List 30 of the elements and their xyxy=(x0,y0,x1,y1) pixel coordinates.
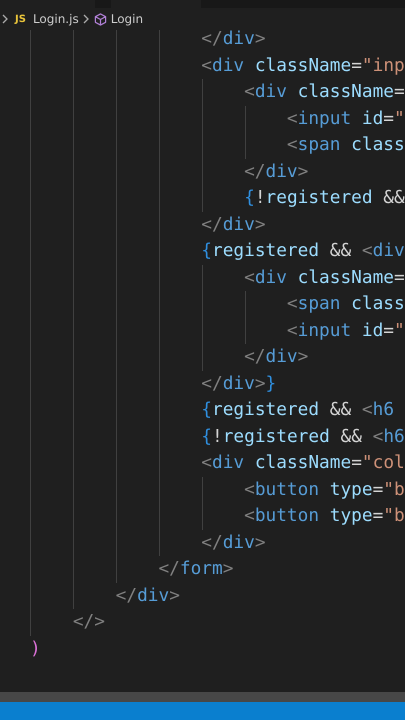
code-line: {registered && <div xyxy=(200,240,405,261)
js-file-icon: JS xyxy=(15,14,26,24)
code-line: ) xyxy=(30,638,41,658)
code-line: <span class xyxy=(286,134,405,155)
code-line: </div> xyxy=(243,346,308,367)
breadcrumb-symbol[interactable]: Login xyxy=(110,12,144,26)
code-line: <div className="inp xyxy=(200,54,405,76)
cube-icon xyxy=(94,12,107,26)
code-line: {!registered && xyxy=(243,187,405,208)
breadcrumb-file[interactable]: Login.js xyxy=(32,12,79,26)
code-line: <button type="b xyxy=(243,478,405,500)
code-line: <input id=" xyxy=(286,320,405,340)
code-line: <div className="col xyxy=(200,452,405,473)
code-line: </div> xyxy=(243,160,308,182)
code-line: {registered && <h6 xyxy=(200,399,394,420)
code-line: <span class xyxy=(286,293,405,314)
code-line: <input id=" xyxy=(286,108,405,128)
code-line: {!registered && <h6 xyxy=(200,426,405,446)
code-line: </form> xyxy=(157,558,234,579)
code-line: </div> xyxy=(200,532,266,552)
chevron-icon xyxy=(82,14,90,24)
code-line: </div> xyxy=(200,214,266,234)
code-line: </div> xyxy=(200,28,266,49)
code-line: </> xyxy=(72,611,105,632)
code-line: <button type="b xyxy=(243,505,405,526)
code-line: <div className= xyxy=(243,81,405,102)
code-line: </div> xyxy=(114,584,180,606)
chevron-icon xyxy=(2,14,9,24)
code-line: </div>} xyxy=(200,372,276,394)
code-line: <div className= xyxy=(243,266,405,288)
